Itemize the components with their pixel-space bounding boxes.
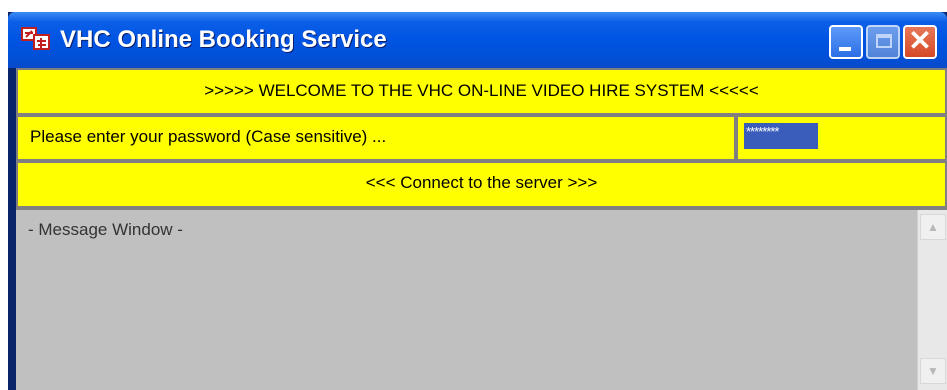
password-row: Please enter your password (Case sensiti…: [16, 115, 947, 161]
maximize-button[interactable]: [866, 25, 900, 59]
password-field[interactable]: ********: [736, 115, 947, 161]
app-window: VHC Online Booking Service ✕ >>>>> WELCO…: [8, 12, 947, 390]
minimize-icon: [839, 47, 851, 51]
close-button[interactable]: ✕: [903, 25, 937, 59]
welcome-banner: >>>>> WELCOME TO THE VHC ON-LINE VIDEO H…: [16, 68, 947, 115]
message-scrollbar[interactable]: ▲ ▼: [917, 210, 947, 390]
title-bar[interactable]: VHC Online Booking Service ✕: [8, 12, 947, 68]
app-logo-icon: [21, 27, 50, 50]
close-icon: ✕: [908, 25, 932, 56]
scroll-down-button[interactable]: ▼: [920, 358, 946, 384]
chevron-up-icon: ▲: [927, 220, 939, 234]
message-window[interactable]: - Message Window - ▲ ▼: [16, 208, 947, 390]
maximize-icon: [876, 34, 892, 48]
window-title: VHC Online Booking Service: [60, 26, 387, 53]
chevron-down-icon: ▼: [927, 364, 939, 378]
password-value: ********: [744, 123, 818, 149]
minimize-button[interactable]: [829, 25, 863, 59]
password-label: Please enter your password (Case sensiti…: [16, 115, 736, 161]
scroll-up-button[interactable]: ▲: [920, 214, 946, 240]
connect-button[interactable]: <<< Connect to the server >>>: [16, 161, 947, 208]
message-window-title: - Message Window -: [28, 220, 183, 239]
content-pane: >>>>> WELCOME TO THE VHC ON-LINE VIDEO H…: [16, 68, 947, 390]
